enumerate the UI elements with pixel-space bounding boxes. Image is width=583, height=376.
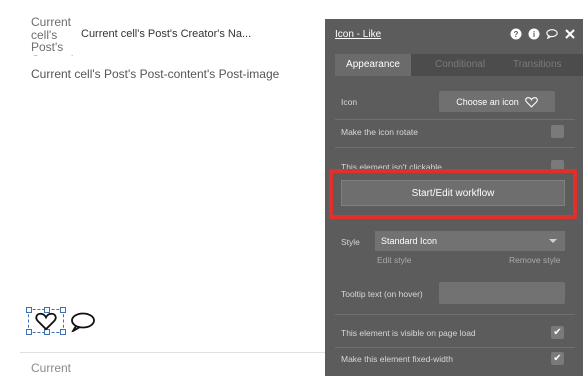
choose-icon-label: Choose an icon bbox=[456, 96, 519, 107]
separator bbox=[335, 119, 575, 120]
separator bbox=[335, 314, 575, 315]
info-icon[interactable]: i bbox=[528, 28, 540, 40]
visible-on-load-checkbox[interactable]: ✔ bbox=[551, 326, 564, 339]
selected-heart-element[interactable] bbox=[26, 307, 66, 335]
comment-bubble-icon[interactable] bbox=[70, 312, 96, 332]
svg-text:i: i bbox=[533, 30, 535, 39]
resize-handle-tl[interactable] bbox=[26, 307, 32, 313]
resize-handle-tr[interactable] bbox=[60, 307, 66, 313]
fixed-width-checkbox[interactable]: ✔ bbox=[551, 352, 564, 365]
choose-icon-button[interactable]: Choose an icon bbox=[439, 91, 555, 112]
heart-outline-icon bbox=[524, 96, 538, 108]
property-editor-panel: Icon - Like ? i Appearance Conditional T… bbox=[325, 19, 583, 376]
svg-text:?: ? bbox=[514, 30, 519, 39]
resize-handle-bl[interactable] bbox=[26, 329, 32, 335]
help-icon[interactable]: ? bbox=[510, 28, 522, 40]
edit-style-link[interactable]: Edit style bbox=[377, 255, 412, 265]
remove-style-link[interactable]: Remove style bbox=[509, 255, 561, 265]
resize-handle-br[interactable] bbox=[60, 329, 66, 335]
panel-tabs: Appearance Conditional Transitions bbox=[335, 54, 583, 76]
tooltip-label: Tooltip text (on hover) bbox=[341, 289, 423, 299]
chevron-down-icon bbox=[549, 239, 557, 243]
current-bottom-text[interactable]: Current bbox=[31, 362, 71, 374]
icon-label: Icon bbox=[341, 97, 358, 107]
panel-title[interactable]: Icon - Like bbox=[335, 29, 381, 40]
start-edit-workflow-button[interactable]: Start/Edit workflow bbox=[341, 180, 565, 206]
style-label: Style bbox=[341, 237, 360, 247]
panel-header-icons: ? i bbox=[510, 28, 576, 40]
visible-on-load-label: This element is visible on page load bbox=[341, 328, 476, 338]
rotate-label: Make the icon rotate bbox=[341, 127, 419, 137]
rotate-checkbox[interactable] bbox=[551, 125, 564, 138]
tooltip-input[interactable] bbox=[439, 282, 565, 304]
separator bbox=[335, 347, 575, 348]
tab-transitions[interactable]: Transitions bbox=[513, 54, 562, 76]
tab-appearance[interactable]: Appearance bbox=[335, 54, 411, 76]
post-image-text[interactable]: Current cell's Post's Post-content's Pos… bbox=[31, 68, 279, 80]
style-dropdown[interactable]: Standard Icon bbox=[375, 231, 565, 251]
close-icon[interactable] bbox=[564, 28, 576, 40]
heart-icon bbox=[35, 312, 57, 331]
tab-conditional[interactable]: Conditional bbox=[435, 54, 485, 76]
fixed-width-label: Make this element fixed-width bbox=[341, 354, 453, 364]
cell-creator-text[interactable]: Current cell's Post's Creator's bbox=[31, 16, 77, 56]
comment-icon[interactable] bbox=[546, 28, 558, 40]
creator-name-text[interactable]: Current cell's Post's Creator's Na... bbox=[81, 28, 251, 40]
style-value: Standard Icon bbox=[381, 236, 438, 246]
separator bbox=[335, 147, 575, 148]
row-divider bbox=[20, 352, 325, 353]
